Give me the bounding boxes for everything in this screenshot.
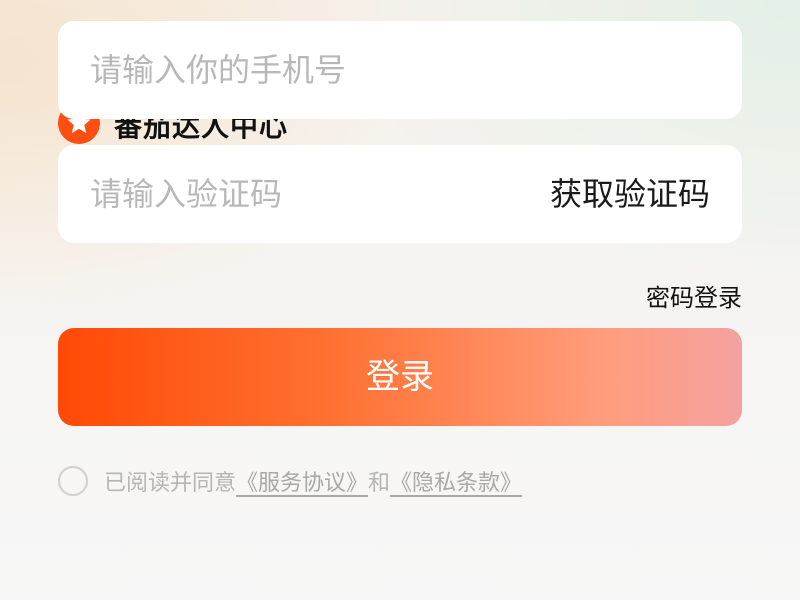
agreement-conjunction: 和: [368, 471, 391, 496]
agreement-checkbox[interactable]: [58, 466, 88, 496]
code-field-card: 获取验证码: [58, 145, 742, 243]
phone-input[interactable]: [90, 21, 710, 119]
agreement-row: 已阅读并同意《服务协议》和《隐私条款》: [58, 463, 522, 499]
login-button[interactable]: 登录: [58, 328, 742, 426]
service-agreement-link[interactable]: 《服务协议》: [236, 471, 368, 496]
password-login-link[interactable]: 密码登录: [646, 278, 742, 313]
agreement-prefix: 已阅读并同意: [104, 471, 237, 496]
phone-field-card: [58, 21, 742, 119]
get-code-button[interactable]: 获取验证码: [550, 145, 710, 243]
privacy-policy-link[interactable]: 《隐私条款》: [390, 471, 522, 496]
agreement-text: 已阅读并同意《服务协议》和《隐私条款》: [104, 465, 522, 497]
verification-code-input[interactable]: [90, 145, 510, 243]
